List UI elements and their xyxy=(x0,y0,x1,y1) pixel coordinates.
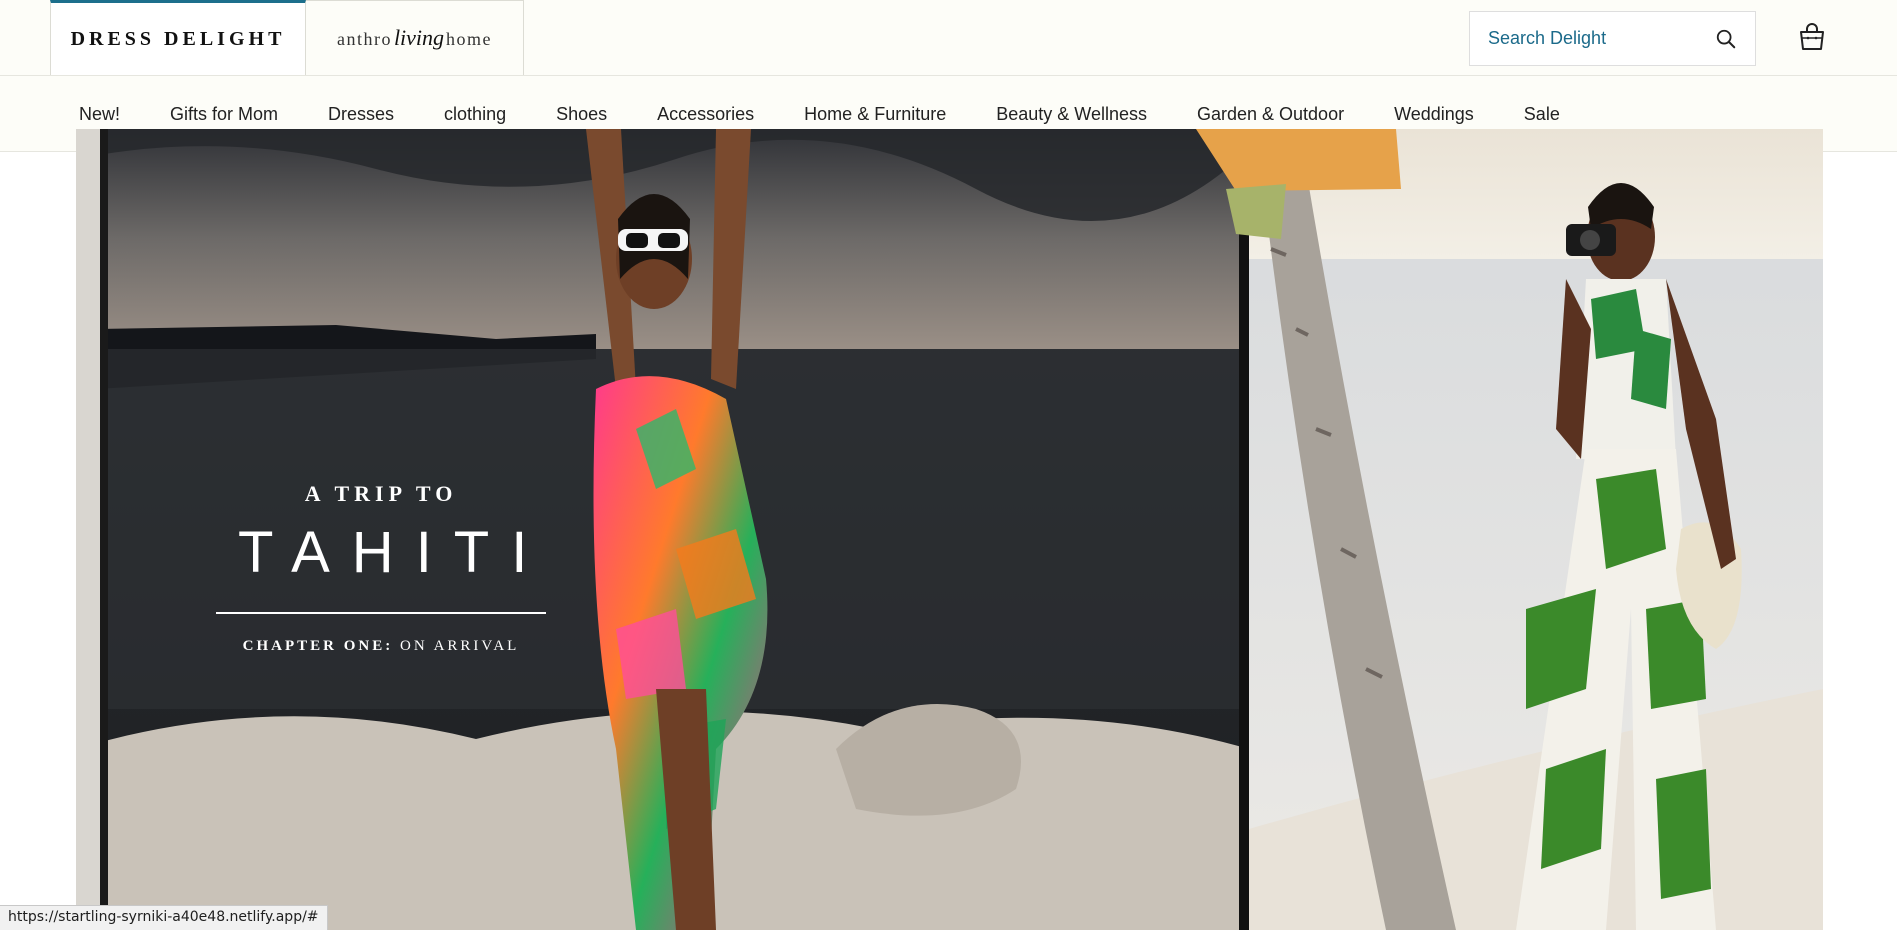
hero-eyebrow: A TRIP TO xyxy=(304,481,458,506)
nav-item-accessories[interactable]: Accessories xyxy=(657,104,754,125)
search-placeholder: Search Delight xyxy=(1488,28,1607,48)
nav-item-sale[interactable]: Sale xyxy=(1524,104,1560,125)
brand-logo-living-script: living xyxy=(393,25,445,50)
nav-item-garden-outdoor[interactable]: Garden & Outdoor xyxy=(1197,104,1344,125)
brand-logo-anthroliving: anthro living home xyxy=(337,25,492,51)
brand-logo-anthro-text: anthro xyxy=(336,29,392,49)
shopping-bag-icon[interactable] xyxy=(1797,22,1827,52)
nav-item-home-furniture[interactable]: Home & Furniture xyxy=(804,104,946,125)
hero-headline: TAHITI xyxy=(238,520,550,585)
brand-tabs: DRESS DELIGHT anthro living home xyxy=(50,0,524,75)
search-input[interactable]: Search Delight xyxy=(1469,11,1756,66)
hero-chapter: CHAPTER ONE: ON ARRIVAL xyxy=(216,638,546,655)
search-icon[interactable] xyxy=(1715,28,1737,50)
hero-chapter-label: CHAPTER ONE: xyxy=(242,637,394,654)
hero-text-block: A TRIP TO TAHITI CHAPTER ONE: ON ARRIVAL xyxy=(216,481,546,655)
hero-divider xyxy=(216,612,546,614)
brand-logo-home-text: home xyxy=(446,29,493,49)
brand-logo-dress-delight: DRESS DELIGHT xyxy=(70,27,286,50)
hero-chapter-title: ON ARRIVAL xyxy=(400,637,520,654)
nav-item-shoes[interactable]: Shoes xyxy=(556,104,607,125)
nav-item-weddings[interactable]: Weddings xyxy=(1394,104,1474,125)
nav-item-gifts-for-mom[interactable]: Gifts for Mom xyxy=(170,104,278,125)
browser-status-url: https://startling-syrniki-a40e48.netlify… xyxy=(0,905,328,930)
site-header: DRESS DELIGHT anthro living home Search … xyxy=(0,0,1897,76)
nav-item-beauty-wellness[interactable]: Beauty & Wellness xyxy=(996,104,1147,125)
nav-item-new[interactable]: New! xyxy=(79,104,120,125)
hero-banner[interactable]: A TRIP TO TAHITI CHAPTER ONE: ON ARRIVAL xyxy=(76,129,1823,930)
nav-item-clothing[interactable]: clothing xyxy=(444,104,506,125)
nav-list: New! Gifts for Mom Dresses clothing Shoe… xyxy=(79,104,1610,125)
nav-item-dresses[interactable]: Dresses xyxy=(328,104,394,125)
brand-tab-anthroliving-home[interactable]: anthro living home xyxy=(306,0,524,75)
brand-tab-dress-delight[interactable]: DRESS DELIGHT xyxy=(50,0,306,75)
